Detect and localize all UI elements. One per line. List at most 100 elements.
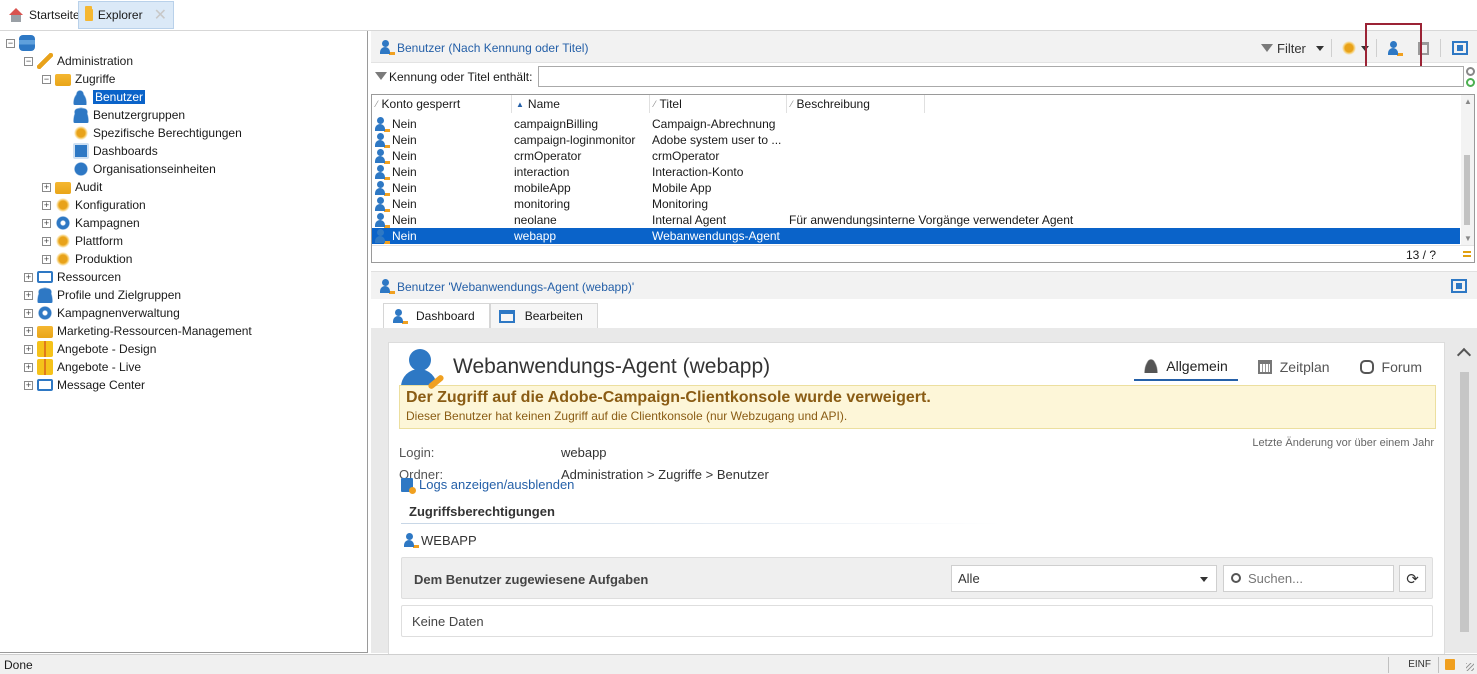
clear-filter-icon[interactable] [1466,67,1475,76]
tree-item[interactable]: + Kampagnenverwaltung [24,304,180,322]
tab-dashboard[interactable]: Dashboard [383,303,490,329]
tree-item[interactable]: − Zugriffe [42,70,115,88]
tree-item-label: Administration [57,54,134,68]
expand-icon[interactable]: + [42,254,51,264]
expand-icon[interactable]: + [24,362,33,372]
menu-lines-icon[interactable] [1463,251,1471,257]
home-icon [8,8,24,22]
tab-forum[interactable]: Forum [1350,353,1432,381]
scroll-up-icon[interactable]: ▲ [1464,97,1472,106]
column-header-titel[interactable]: ⁄ Titel [650,95,787,113]
maximize-icon [1452,41,1468,55]
table-row[interactable]: Nein neolane Internal Agent Für anwendungsi… [372,212,1460,228]
tree-item[interactable]: Benutzergruppen [60,106,185,124]
tree-item[interactable]: Benutzer [60,88,147,106]
logs-toggle-link[interactable]: Logs anzeigen/ausblenden [401,477,574,494]
user-icon [374,212,390,228]
table-row[interactable]: Nein mobileApp Mobile App [372,180,1460,196]
expand-icon[interactable]: + [42,182,51,192]
expand-icon[interactable]: + [42,236,51,246]
close-icon[interactable]: ✕ [154,5,167,25]
chevron-down-icon [1315,45,1324,51]
expand-icon[interactable]: + [24,326,33,336]
table-row[interactable]: Nein crmOperator crmOperator [372,148,1460,164]
table-row[interactable]: Nein campaign-loginmonitor Adobe system us… [372,132,1460,148]
tree-item[interactable]: + Plattform [42,232,123,250]
expand-icon[interactable]: + [24,290,33,300]
tasks-panel: Dem Benutzer zugewiesene Aufgaben Alle S… [401,557,1433,599]
column-label: Name [527,97,560,111]
table-row[interactable]: Nein campaignBilling Campaign-Abrechnung [372,116,1460,132]
scroll-up-icon[interactable] [1456,347,1472,363]
resize-grip-icon[interactable] [1466,663,1474,671]
expand-icon[interactable]: + [24,308,33,318]
tree-item-label: Angebote - Design [57,342,157,356]
table-row[interactable]: Nein interaction Interaction-Konto [372,164,1460,180]
cell-text: Nein [392,213,417,227]
tree-item[interactable]: + Ressourcen [24,268,121,286]
collapse-icon[interactable]: − [42,74,51,84]
maximize-icon[interactable] [1451,279,1467,293]
tree-item[interactable]: + Konfiguration [42,196,146,214]
detail-scrollbar[interactable] [1456,342,1472,642]
tree-item[interactable]: Dashboards [60,142,158,160]
tab-zeitplan[interactable]: Zeitplan [1248,353,1340,381]
scroll-thumb[interactable] [1460,372,1469,632]
table-row[interactable]: Nein webapp Webanwendungs-Agent [372,228,1460,244]
tab-startseite[interactable]: Startseite [2,1,86,29]
tree-item[interactable]: + Angebote - Live [24,358,141,376]
tab-bearbeiten[interactable]: Bearbeiten [489,303,598,329]
tree-item[interactable]: − [6,34,39,52]
insert-mode-indicator: EINF [1408,659,1431,670]
tree-item[interactable]: + Angebote - Design [24,340,156,358]
expand-icon[interactable]: + [42,218,51,228]
tree-item[interactable]: + Profile und Zielgruppen [24,286,181,304]
column-header-konto-gesperrt[interactable]: ⁄ Konto gesperrt [372,95,512,113]
user-card: Webanwendungs-Agent (webapp) Allgemein Z… [388,342,1445,662]
expand-icon[interactable]: + [24,344,33,354]
cell-beschreibung [787,196,1387,212]
status-text: Done [4,658,33,672]
expand-icon[interactable]: + [24,380,33,390]
tree-item[interactable]: + Message Center [24,376,145,394]
folder-icon [55,182,71,194]
campaign-icon [37,305,53,321]
column-header-beschreibung[interactable]: ⁄ Beschreibung [787,95,925,113]
refresh-button[interactable]: ⟳ [1399,565,1426,592]
tree-item-label: Dashboards [93,144,158,158]
maximize-button[interactable] [1452,37,1468,59]
tree-item[interactable]: + Marketing-Ressourcen-Management [24,322,252,340]
cell-titel: Monitoring [652,197,709,211]
tree-item[interactable]: + Produktion [42,250,132,268]
tree-item[interactable]: + Kampagnen [42,214,140,232]
tree-item[interactable]: Organisationseinheiten [60,160,216,178]
folder-icon [37,326,53,338]
tree-item-label: Angebote - Live [57,360,142,374]
tree-item-label: Message Center [57,378,146,392]
grid-scrollbar[interactable]: ▲ ▼ [1461,95,1474,245]
tree-item[interactable]: − Administration [24,52,133,70]
expand-icon[interactable]: + [24,272,33,282]
status-bar: Done EINF [0,654,1477,674]
tree-item[interactable]: + Audit [42,178,102,196]
collapse-icon[interactable]: − [6,38,15,48]
scroll-thumb[interactable] [1464,155,1470,225]
tasks-filter-select[interactable]: Alle [951,565,1217,592]
table-row[interactable]: Nein monitoring Monitoring [372,196,1460,212]
new-gear-icon [1341,40,1357,56]
tab-allgemein[interactable]: Allgemein [1134,353,1238,381]
refresh-filter-icon[interactable] [1466,78,1475,87]
tab-explorer[interactable]: Explorer ✕ [78,1,174,29]
cell-text: Nein [392,117,417,131]
tree-item-label: Spezifische Berechtigungen [93,126,242,140]
tasks-search-input[interactable]: Suchen... [1223,565,1394,592]
cell-titel: Internal Agent [652,213,727,227]
collapse-icon[interactable]: − [24,56,33,66]
expand-icon[interactable]: + [42,200,51,210]
filter-button[interactable]: Filter [1261,37,1324,59]
cell-name: campaign-loginmonitor [514,133,636,147]
filter-input[interactable] [538,66,1464,87]
tree-item[interactable]: Spezifische Berechtigungen [60,124,242,142]
scroll-down-icon[interactable]: ▼ [1464,234,1472,243]
column-header-name[interactable]: ▲ Name [512,95,650,113]
